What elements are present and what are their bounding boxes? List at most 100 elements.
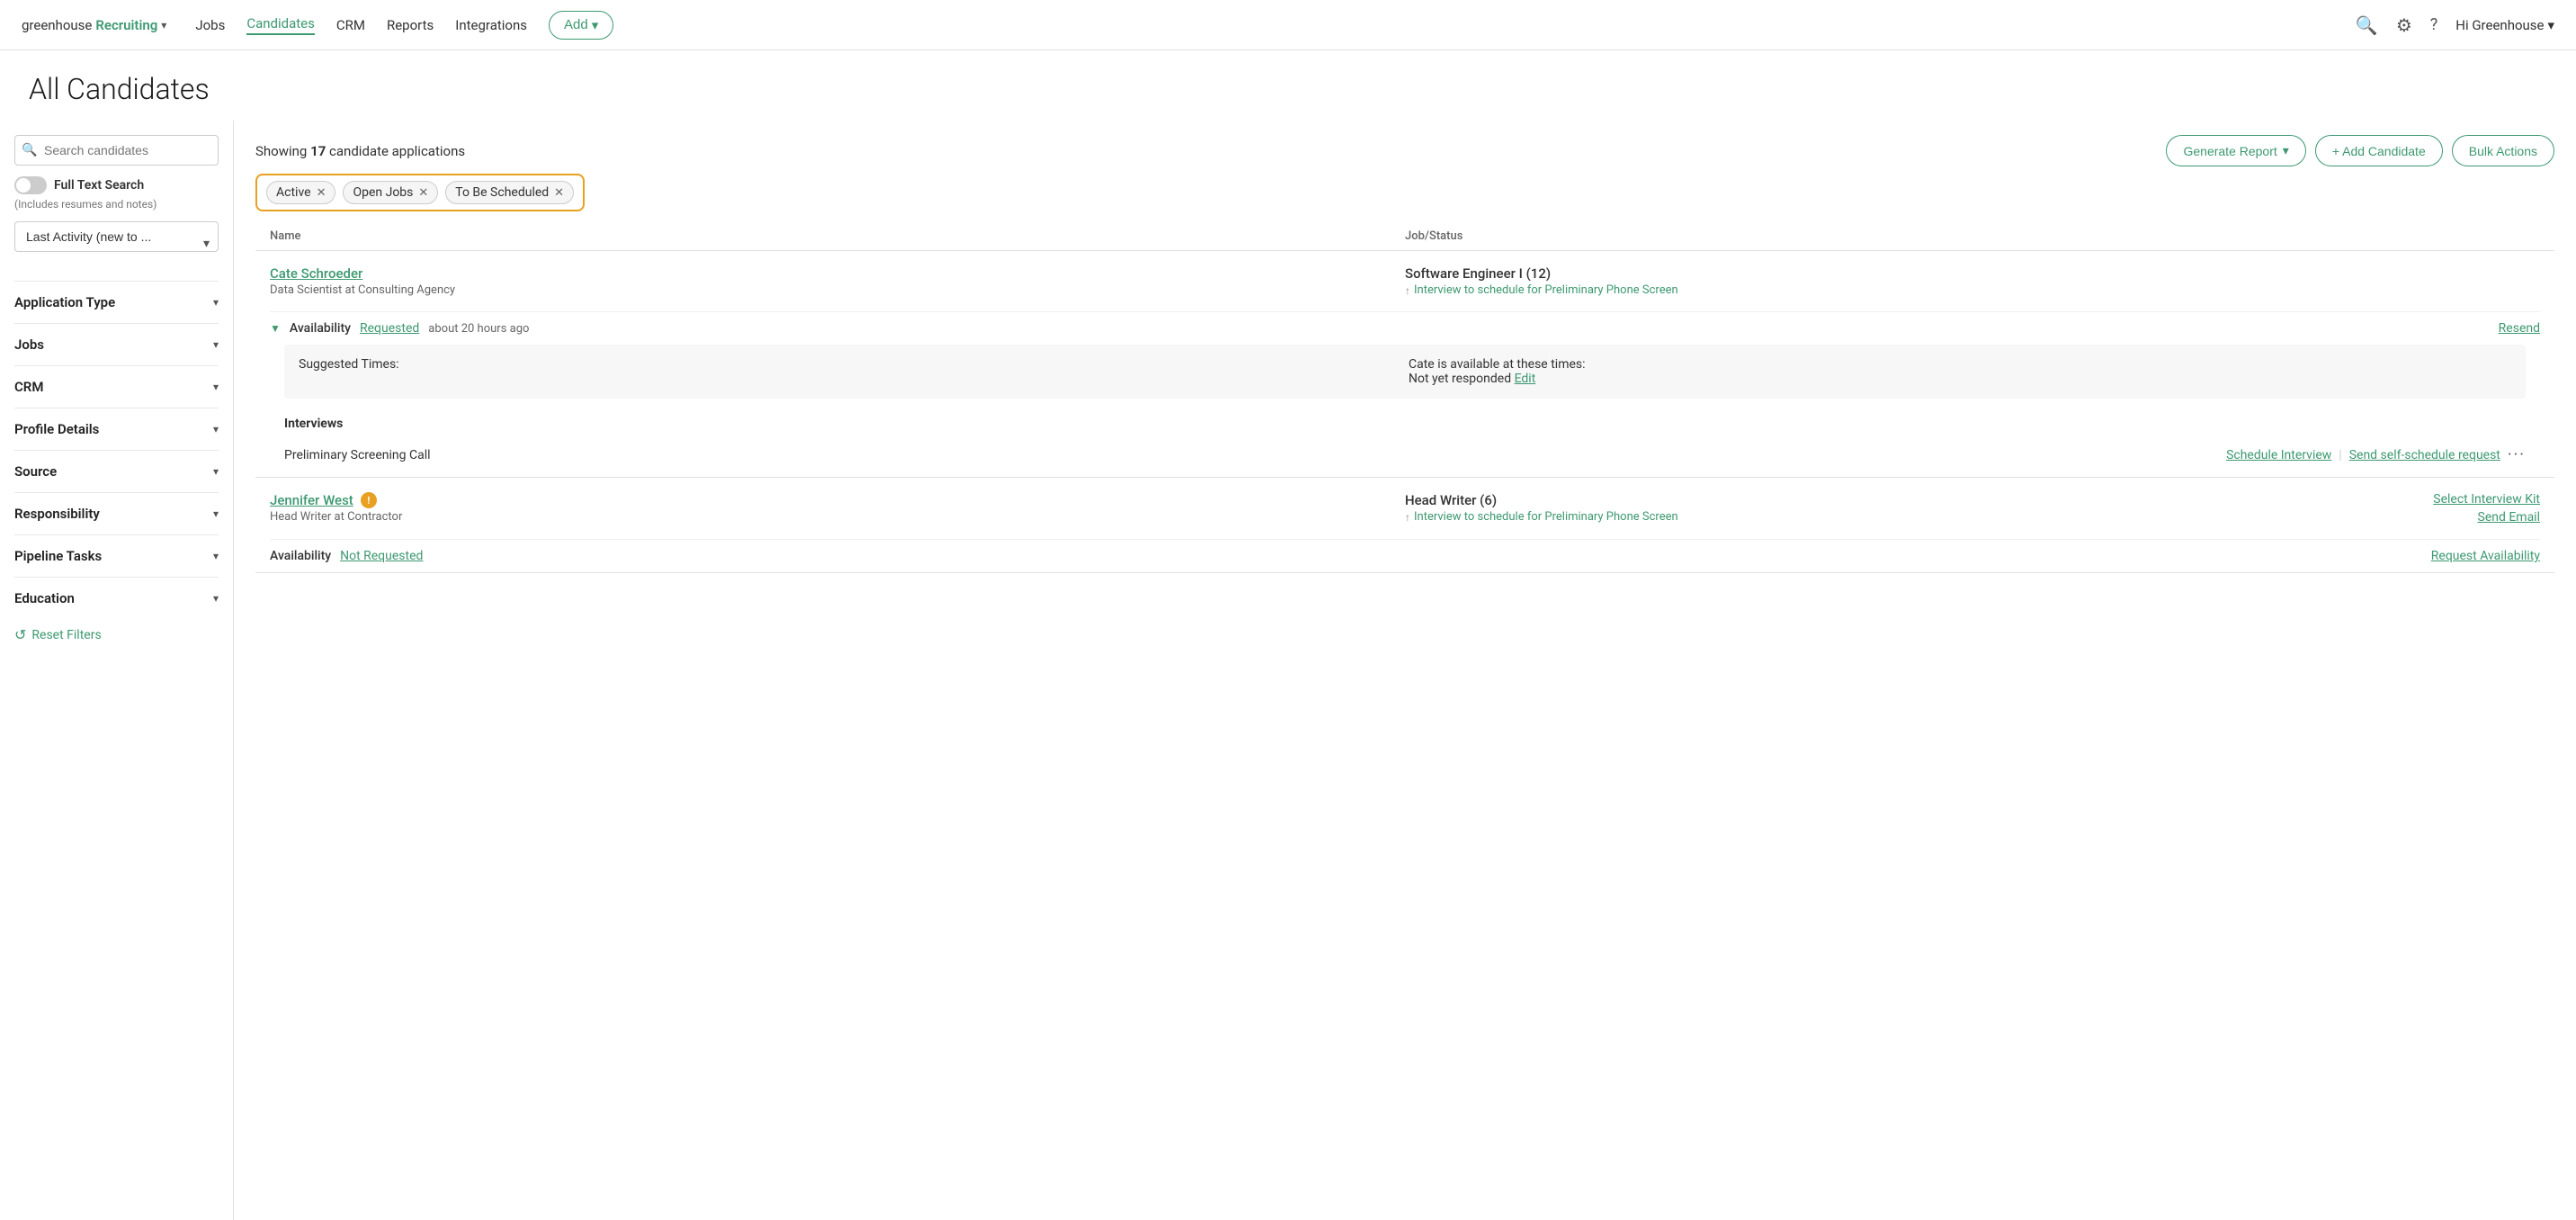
filter-tag-to-be-scheduled-label: To Be Scheduled xyxy=(455,185,549,200)
filter-tag-to-be-scheduled-close[interactable]: ✕ xyxy=(554,186,564,200)
generate-report-chevron: ▾ xyxy=(2283,143,2289,158)
filter-tag-open-jobs: Open Jobs ✕ xyxy=(343,181,438,204)
sidebar-search-icon: 🔍 xyxy=(22,143,37,157)
full-text-row: Full Text Search xyxy=(14,176,219,194)
filter-application-type-chevron: ▾ xyxy=(213,296,219,309)
gear-icon[interactable]: ⚙ xyxy=(2396,14,2412,36)
availability-section-jennifer: Availability Not Requested Request Avail… xyxy=(255,539,2554,572)
bulk-actions-button[interactable]: Bulk Actions xyxy=(2452,135,2554,166)
showing-count-text: Showing 17 candidate applications xyxy=(255,143,465,159)
availability-section-cate: ▼ Availability Requested about 20 hours … xyxy=(255,311,2554,477)
candidate-right: Software Engineer I (12) ↑ Interview to … xyxy=(1405,265,2540,297)
edit-link[interactable]: Edit xyxy=(1515,372,1536,386)
col-job-status: Job/Status xyxy=(1405,229,2540,243)
job-status-text: Interview to schedule for Preliminary Ph… xyxy=(1414,283,1678,297)
filter-jobs[interactable]: Jobs ▾ xyxy=(14,323,219,365)
filter-tag-to-be-scheduled: To Be Scheduled ✕ xyxy=(445,181,574,204)
availability-not-requested[interactable]: Not Requested xyxy=(340,549,423,563)
suggested-times-label: Suggested Times: xyxy=(299,357,1401,386)
logo: greenhouse Recruiting ▾ xyxy=(22,17,166,33)
filter-jobs-chevron: ▾ xyxy=(213,338,219,351)
resend-link[interactable]: Resend xyxy=(2499,321,2540,336)
toggle-knob xyxy=(16,178,31,193)
reset-icon: ↺ xyxy=(14,626,26,643)
availability-triangle-icon: ▼ xyxy=(270,322,281,335)
filter-pipeline-tasks[interactable]: Pipeline Tasks ▾ xyxy=(14,534,219,577)
main-content: Showing 17 candidate applications Genera… xyxy=(234,121,2576,1220)
generate-report-button[interactable]: Generate Report ▾ xyxy=(2166,135,2305,166)
request-availability-button[interactable]: Request Availability xyxy=(2431,549,2540,563)
filter-tag-active: Active ✕ xyxy=(266,181,335,204)
candidate-subtitle: Data Scientist at Consulting Agency xyxy=(270,283,1405,297)
job-info-jennifer: Head Writer (6) ↑ Interview to schedule … xyxy=(1405,492,2433,525)
add-button[interactable]: Add ▾ xyxy=(549,11,613,40)
candidate-name[interactable]: Cate Schroeder xyxy=(270,265,1405,282)
filter-tag-active-close[interactable]: ✕ xyxy=(317,186,326,200)
col-name: Name xyxy=(270,229,1405,243)
job-status-jennifer: ↑ Interview to schedule for Preliminary … xyxy=(1405,510,2433,524)
top-actions: Generate Report ▾ + Add Candidate Bulk A… xyxy=(2166,135,2554,166)
page-title: All Candidates xyxy=(0,50,2576,121)
search-wrap: 🔍 xyxy=(14,135,219,166)
candidate-name-jennifer[interactable]: Jennifer West xyxy=(270,492,353,508)
filter-tag-open-jobs-close[interactable]: ✕ xyxy=(418,186,428,200)
content-top-bar: Showing 17 candidate applications Genera… xyxy=(255,121,2554,174)
filter-source-chevron: ▾ xyxy=(213,465,219,478)
interview-more-button[interactable]: ··· xyxy=(2508,445,2526,464)
schedule-interview-link[interactable]: Schedule Interview xyxy=(2226,448,2331,462)
interviews-title: Interviews xyxy=(284,417,2526,431)
add-candidate-button[interactable]: + Add Candidate xyxy=(2315,135,2443,166)
navigation: greenhouse Recruiting ▾ Jobs Candidates … xyxy=(0,0,2576,50)
add-dropdown-icon: ▾ xyxy=(592,17,599,33)
job-title: Software Engineer I (12) xyxy=(1405,265,2540,282)
filter-responsibility-chevron: ▾ xyxy=(213,507,219,520)
availability-row: ▼ Availability Requested about 20 hours … xyxy=(270,311,2540,345)
filter-source[interactable]: Source ▾ xyxy=(14,450,219,492)
candidate-main-row-jennifer: Jennifer West ! Head Writer at Contracto… xyxy=(255,478,2554,539)
nav-reports[interactable]: Reports xyxy=(387,17,434,33)
interviews-section: Interviews Preliminary Screening Call Sc… xyxy=(270,406,2540,477)
filter-tag-open-jobs-label: Open Jobs xyxy=(353,185,413,200)
filter-education[interactable]: Education ▾ xyxy=(14,577,219,619)
reset-filters-button[interactable]: ↺ Reset Filters xyxy=(14,626,219,643)
job-status-text-jennifer: Interview to schedule for Preliminary Ph… xyxy=(1414,510,1678,524)
nav-crm[interactable]: CRM xyxy=(336,17,365,33)
main-layout: 🔍 Full Text Search (Includes resumes and… xyxy=(0,121,2576,1220)
nav-links: Jobs Candidates CRM Reports Integrations xyxy=(195,15,527,35)
interview-row: Preliminary Screening Call Schedule Inte… xyxy=(284,440,2526,470)
nav-right: 🔍 ⚙ ? Hi Greenhouse ▾ xyxy=(2356,14,2554,36)
send-self-schedule-link[interactable]: Send self-schedule request xyxy=(2349,448,2500,462)
active-filter-tags: Active ✕ Open Jobs ✕ To Be Scheduled ✕ xyxy=(255,174,585,211)
nav-candidates[interactable]: Candidates xyxy=(246,15,315,35)
select-interview-kit-link[interactable]: Select Interview Kit xyxy=(2433,492,2540,507)
interview-name: Preliminary Screening Call xyxy=(284,448,431,462)
logo-recruiting: Recruiting xyxy=(95,17,157,33)
user-menu[interactable]: Hi Greenhouse ▾ xyxy=(2455,17,2554,33)
full-text-sub: (Includes resumes and notes) xyxy=(14,198,219,211)
help-icon[interactable]: ? xyxy=(2430,15,2438,34)
search-input[interactable] xyxy=(14,135,219,166)
availability-row-jennifer: Availability Not Requested Request Avail… xyxy=(270,539,2540,572)
availability-label: Availability xyxy=(290,321,351,336)
interview-actions: Schedule Interview | Send self-schedule … xyxy=(2226,445,2526,464)
nav-integrations[interactable]: Integrations xyxy=(455,17,527,33)
filter-profile-details[interactable]: Profile Details ▾ xyxy=(14,408,219,450)
filter-responsibility[interactable]: Responsibility ▾ xyxy=(14,492,219,534)
full-text-toggle[interactable] xyxy=(14,176,47,194)
search-icon[interactable]: 🔍 xyxy=(2356,14,2378,36)
candidate-right-jennifer: Head Writer (6) ↑ Interview to schedule … xyxy=(1405,492,2540,525)
availability-status-link[interactable]: Requested xyxy=(360,321,419,336)
send-email-link[interactable]: Send Email xyxy=(2478,510,2541,525)
candidate-subtitle-jennifer: Head Writer at Contractor xyxy=(270,510,1405,524)
user-dropdown-icon: ▾ xyxy=(2547,17,2554,33)
filter-crm[interactable]: CRM ▾ xyxy=(14,365,219,408)
status-arrow-icon: ↑ xyxy=(1405,284,1410,297)
candidate-left: Cate Schroeder Data Scientist at Consult… xyxy=(270,265,1405,297)
filter-application-type[interactable]: Application Type ▾ xyxy=(14,281,219,323)
filter-pipeline-tasks-chevron: ▾ xyxy=(213,550,219,562)
sort-select[interactable]: Last Activity (new to ... xyxy=(14,221,219,252)
nav-jobs[interactable]: Jobs xyxy=(195,17,225,33)
suggested-times-box: Suggested Times: Cate is available at th… xyxy=(284,345,2526,399)
logo-dropdown-icon[interactable]: ▾ xyxy=(161,19,166,31)
candidate-row-cate-schroeder: Cate Schroeder Data Scientist at Consult… xyxy=(255,251,2554,478)
